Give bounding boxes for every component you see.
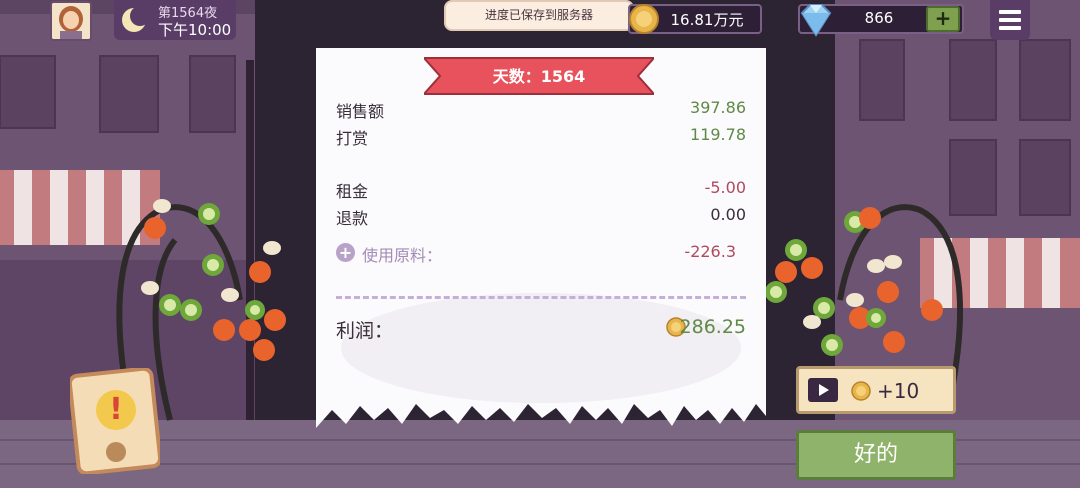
refund-value: 0.00 — [710, 205, 746, 224]
rent-value: -5.00 — [704, 178, 746, 197]
hamburger-icon — [999, 26, 1021, 30]
sales-value: 397.86 — [690, 98, 746, 117]
tips-value: 119.78 — [690, 125, 746, 144]
tips-label: 打赏 — [336, 129, 369, 148]
avatar-portrait-icon — [52, 3, 90, 39]
alert-mark: ! — [109, 392, 123, 427]
gem-value: 866 — [864, 9, 894, 27]
sales-label: 销售额 — [336, 102, 385, 121]
game-clock: 下午10:00 — [158, 21, 232, 39]
money-value: 16.81万元 — [670, 11, 744, 29]
refund-label: 退款 — [336, 209, 369, 228]
player-avatar[interactable] — [50, 1, 92, 41]
coin-icon — [851, 381, 871, 401]
materials-row[interactable]: + 使用原料： -226.3 — [336, 242, 746, 265]
day-title: 天数：1564 — [492, 67, 586, 86]
expand-plus-icon[interactable]: + — [336, 243, 355, 262]
alert-card-button[interactable]: ! — [67, 366, 163, 476]
refund-row: 退款 0.00 — [336, 205, 746, 228]
save-toast: 进度已保存到服务器 — [444, 0, 634, 31]
hamburger-icon — [999, 10, 1021, 14]
day-time-panel: 第1564夜 下午10:00 — [114, 0, 236, 40]
add-gems-button[interactable]: + — [926, 6, 960, 32]
menu-button[interactable] — [990, 0, 1030, 40]
watch-ad-button[interactable]: +10 — [796, 366, 956, 414]
ok-button[interactable]: 好的 — [796, 430, 956, 480]
rent-label: 租金 — [336, 182, 369, 201]
materials-label: 使用原料： — [362, 246, 443, 265]
profit-value: 286.25 — [679, 316, 746, 338]
diamond-icon — [800, 4, 832, 37]
profit-row: 利润： 286.25 — [336, 316, 746, 342]
ad-reward-amount: +10 — [877, 379, 920, 403]
rent-row: 租金 -5.00 — [336, 178, 746, 201]
materials-value: -226.3 — [684, 242, 736, 261]
coin-icon — [629, 4, 659, 34]
video-play-icon — [808, 378, 838, 402]
profit-label: 利润： — [336, 320, 394, 342]
daily-receipt: 天数：1564 销售额 397.86 打赏 119.78 租金 -5.00 退款… — [316, 48, 766, 440]
money-counter: 16.81万元 — [628, 4, 762, 34]
sales-row: 销售额 397.86 — [336, 98, 746, 121]
tips-row: 打赏 119.78 — [336, 125, 746, 148]
divider — [336, 296, 746, 299]
hamburger-icon — [999, 18, 1021, 22]
moon-icon — [122, 6, 150, 32]
gem-counter: 866 + — [798, 4, 964, 37]
